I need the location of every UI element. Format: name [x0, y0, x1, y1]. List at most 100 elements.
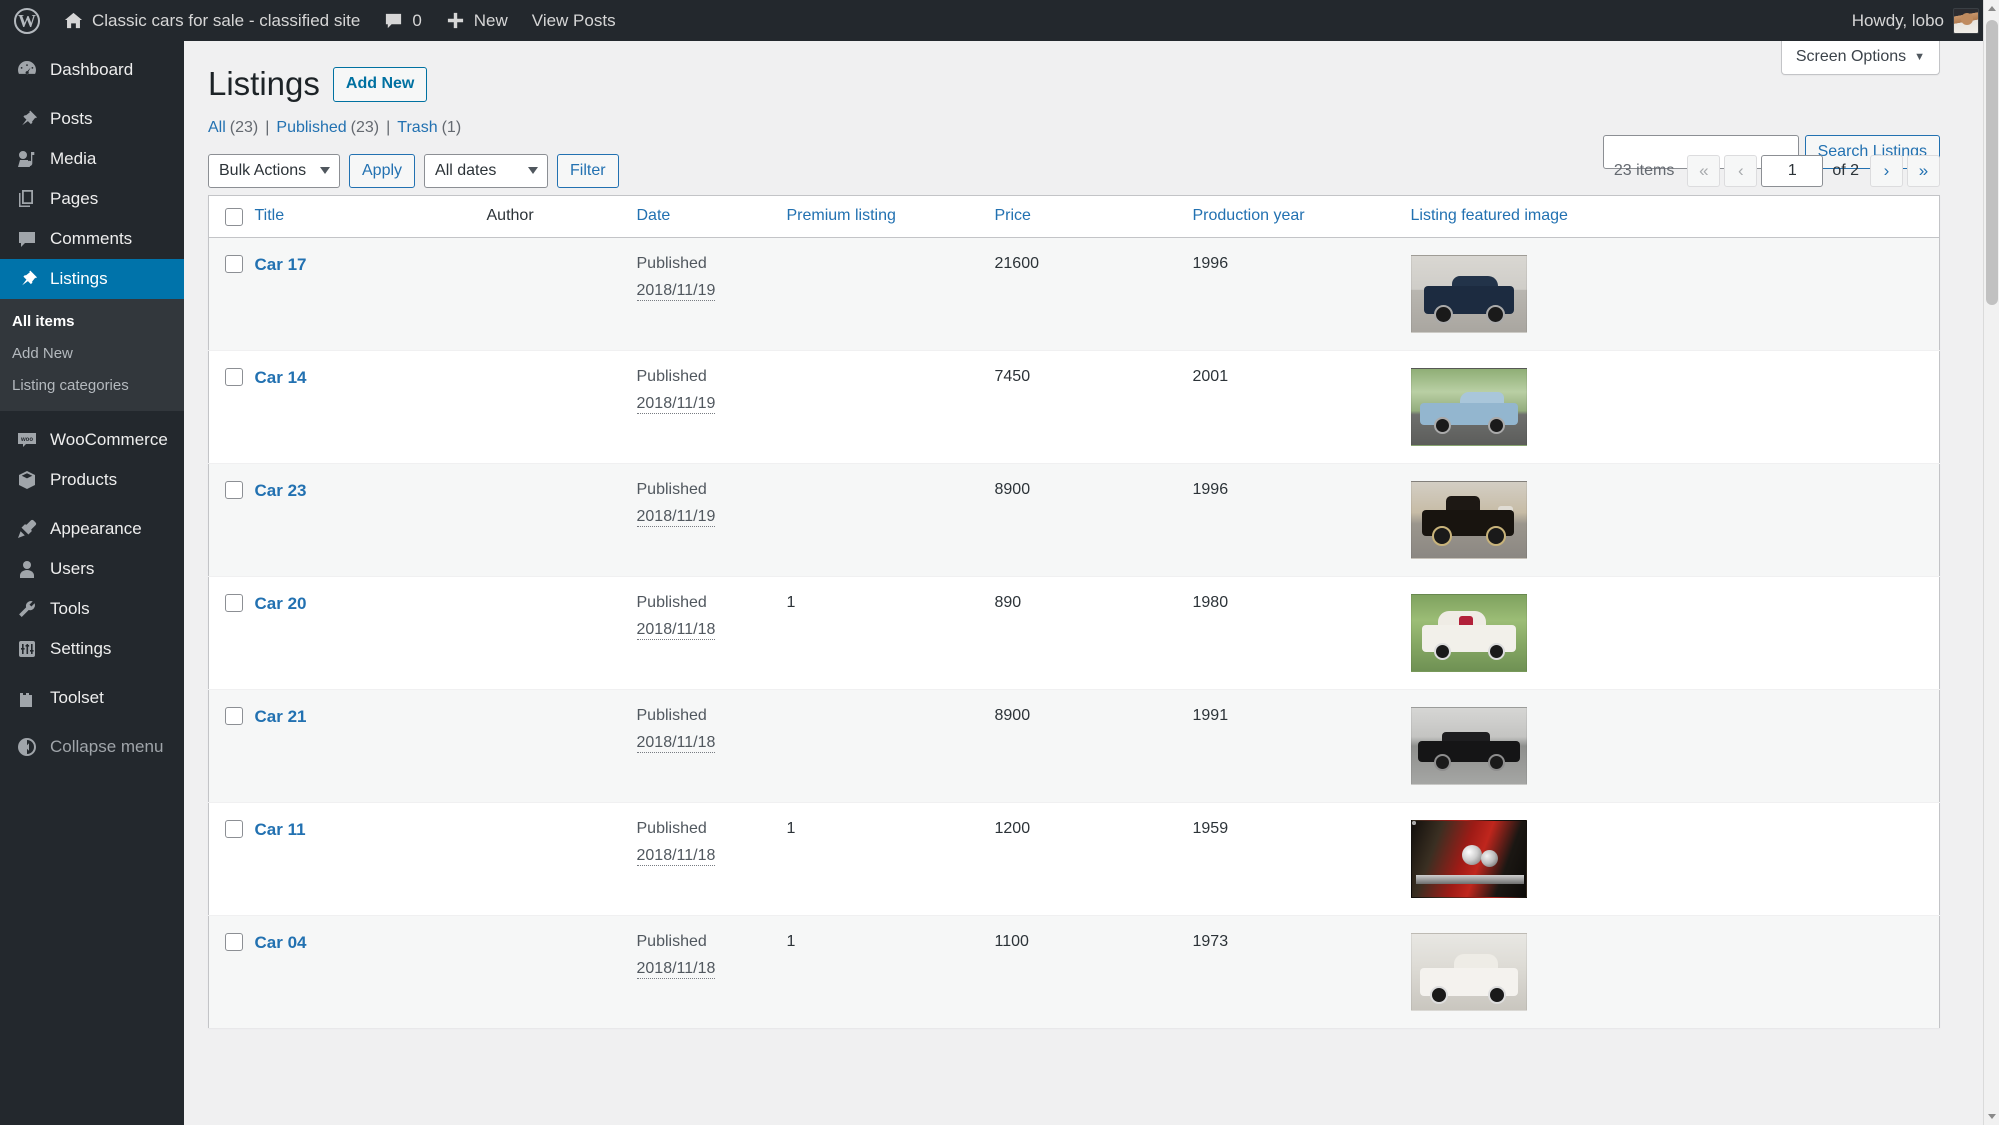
table-row[interactable]: Car 20 Published 2018/11/18 1 890 1980	[208, 575, 1940, 690]
sidebar-item-label: Appearance	[50, 519, 142, 538]
new-content-menu[interactable]: New	[434, 0, 520, 41]
sidebar-subitem-all-items[interactable]: All items	[0, 306, 184, 338]
sidebar-item-products[interactable]: Products	[0, 460, 184, 500]
filter-button[interactable]: Filter	[557, 153, 619, 188]
sidebar-item-comments[interactable]: Comments	[0, 219, 184, 259]
view-all-link[interactable]: All	[208, 119, 226, 137]
listings-submenu: All items Add New Listing categories	[0, 299, 184, 411]
toolset-icon	[16, 687, 38, 709]
row-production-year-cell: 1973	[1192, 914, 1411, 1028]
view-trash-count: (1)	[441, 118, 462, 136]
sidebar-item-woocommerce[interactable]: woo WooCommerce	[0, 420, 184, 460]
sidebar-spacer-top	[0, 41, 184, 50]
row-featured-image-cell	[1410, 349, 1940, 464]
screen-options-toggle[interactable]: Screen Options ▼	[1780, 41, 1940, 75]
row-premium-cell: 1	[786, 914, 995, 1028]
column-header-date[interactable]: Date	[636, 195, 787, 238]
row-title-link[interactable]: Car 23	[255, 481, 307, 500]
last-page-button[interactable]: »	[1907, 154, 1940, 187]
view-trash-link[interactable]: Trash	[397, 119, 437, 137]
column-header-listing-featured-image[interactable]: Listing featured image	[1410, 195, 1940, 238]
main-content-area: Screen Options ▼ Listings Add New All (2…	[184, 41, 1983, 1125]
row-author-cell	[486, 462, 637, 577]
table-row[interactable]: Car 11 Published 2018/11/18 1 1200 1959	[208, 801, 1940, 916]
view-all[interactable]: All (23) |	[208, 119, 276, 137]
sort-year-link[interactable]: Production year	[1193, 207, 1305, 224]
row-premium-cell: 1	[786, 801, 995, 916]
view-published-link[interactable]: Published	[276, 119, 346, 137]
sidebar-item-pages[interactable]: Pages	[0, 179, 184, 219]
sort-title-link[interactable]: Title	[255, 207, 285, 224]
column-header-title[interactable]: Title	[254, 195, 487, 238]
sort-image-link[interactable]: Listing featured image	[1411, 207, 1568, 224]
view-posts-link[interactable]: View Posts	[520, 0, 628, 41]
table-row[interactable]: Car 21 Published 2018/11/18 8900 1991	[208, 688, 1940, 803]
sidebar-item-posts[interactable]: Posts	[0, 99, 184, 139]
my-account-menu[interactable]: Howdy, lobo	[1840, 0, 1979, 41]
sidebar-item-users[interactable]: Users	[0, 549, 184, 589]
first-page-button[interactable]: «	[1687, 154, 1721, 187]
table-row[interactable]: Car 14 Published 2018/11/19 7450 2001	[208, 349, 1940, 464]
column-header-price[interactable]: Price	[994, 195, 1193, 238]
row-checkbox[interactable]	[225, 254, 243, 273]
scroll-down-button[interactable]	[1984, 1108, 1999, 1125]
row-checkbox[interactable]	[225, 706, 243, 725]
sidebar-subitem-add-new[interactable]: Add New	[0, 338, 184, 370]
row-checkbox[interactable]	[225, 593, 243, 612]
sort-price-link[interactable]: Price	[995, 207, 1031, 224]
screen-options-label: Screen Options	[1795, 48, 1907, 65]
view-published[interactable]: Published (23) |	[276, 119, 397, 137]
comments-menu[interactable]: 0	[372, 0, 433, 41]
row-title-link[interactable]: Car 11	[255, 820, 306, 839]
scroll-up-button[interactable]	[1984, 0, 1999, 17]
sidebar-item-dashboard[interactable]: Dashboard	[0, 50, 184, 90]
row-title-link[interactable]: Car 17	[255, 255, 307, 274]
current-page-input[interactable]: 1	[1761, 154, 1824, 187]
column-header-premium-listing[interactable]: Premium listing	[786, 195, 995, 238]
row-title-cell: Car 14	[254, 349, 487, 464]
apply-button[interactable]: Apply	[349, 153, 416, 188]
site-name-menu[interactable]: Classic cars for sale - classified site	[52, 0, 372, 41]
add-new-button[interactable]: Add New	[332, 67, 428, 102]
sidebar-item-collapse-menu[interactable]: Collapse menu	[0, 727, 184, 767]
sort-date-link[interactable]: Date	[637, 207, 671, 224]
prev-page-button[interactable]: ‹	[1724, 154, 1758, 187]
row-title-link[interactable]: Car 20	[255, 594, 307, 613]
row-checkbox[interactable]	[225, 480, 243, 499]
row-author-cell	[486, 349, 637, 464]
scrollbar-thumb[interactable]	[1986, 20, 1998, 305]
row-title-cell: Car 04	[254, 914, 487, 1028]
light-blue-thunderbird-thumbnail	[1410, 367, 1527, 446]
sidebar-item-listings[interactable]: Listings	[0, 259, 192, 299]
bulk-actions-select[interactable]: Bulk Actions	[208, 153, 340, 188]
sidebar-item-settings[interactable]: Settings	[0, 629, 184, 669]
sidebar-item-appearance[interactable]: Appearance	[0, 509, 184, 549]
table-row[interactable]: Car 04 Published 2018/11/18 1 1100 1973	[208, 914, 1940, 1028]
page-scrollbar[interactable]	[1983, 0, 1999, 1125]
sidebar-item-media[interactable]: Media	[0, 139, 184, 179]
row-checkbox[interactable]	[225, 932, 243, 951]
sidebar-item-toolset[interactable]: Toolset	[0, 678, 184, 718]
next-page-button[interactable]: ›	[1870, 154, 1903, 187]
date-filter-select[interactable]: All dates	[424, 153, 549, 188]
sidebar-subitem-listing-categories[interactable]: Listing categories	[0, 370, 184, 402]
table-row[interactable]: Car 17 Published 2018/11/19 21600 1996	[208, 236, 1940, 351]
chevron-down-icon	[528, 166, 539, 174]
view-trash[interactable]: Trash (1)	[397, 119, 461, 137]
row-checkbox[interactable]	[225, 819, 243, 838]
row-title-link[interactable]: Car 04	[255, 933, 307, 952]
table-row[interactable]: Car 23 Published 2018/11/19 8900 1996	[208, 462, 1940, 577]
sidebar-item-label: Listings	[50, 269, 108, 288]
select-all-checkbox[interactable]	[225, 207, 243, 226]
column-header-production-year[interactable]: Production year	[1192, 195, 1411, 238]
row-title-link[interactable]: Car 14	[255, 368, 307, 387]
dashboard-icon	[16, 59, 38, 81]
sort-premium-link[interactable]: Premium listing	[787, 207, 896, 224]
sidebar-item-tools[interactable]: Tools	[0, 589, 184, 629]
wp-logo-menu[interactable]: W	[0, 0, 52, 41]
row-title-link[interactable]: Car 21	[255, 707, 307, 726]
column-label-author: Author	[486, 207, 534, 225]
row-date-cell: Published 2018/11/19	[636, 349, 787, 464]
row-checkbox[interactable]	[225, 367, 243, 386]
